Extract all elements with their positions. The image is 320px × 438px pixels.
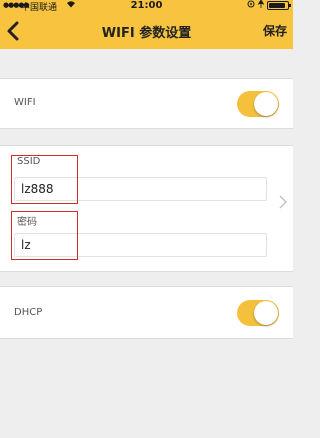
- dhcp-toggle[interactable]: [237, 300, 279, 326]
- password-highlight-box: [11, 211, 78, 260]
- dhcp-label: DHCP: [14, 307, 43, 318]
- save-button[interactable]: 保存: [263, 22, 287, 39]
- toggle-knob: [254, 92, 278, 116]
- wifi-row: WIFI: [0, 78, 293, 129]
- battery-icon: [267, 0, 291, 10]
- page-title: WIFI 参数设置: [101, 26, 192, 41]
- status-bar: ●●●●● 中国联通 21:00: [0, 0, 293, 13]
- chevron-right-icon[interactable]: [279, 195, 288, 213]
- wifi-label: WIFI: [14, 97, 36, 108]
- ssid-highlight-box: [11, 155, 78, 204]
- dhcp-row: DHCP: [0, 286, 293, 339]
- credentials-section: SSID lz888 密码 lz: [0, 145, 293, 272]
- alarm-icon: [257, 0, 265, 10]
- toggle-knob: [254, 301, 278, 325]
- wifi-toggle[interactable]: [237, 91, 279, 117]
- app-header: ●●●●● 中国联通 21:00 WIFI 参数设置 保存: [0, 0, 293, 49]
- battery-level: [269, 2, 286, 8]
- nav-bar: WIFI 参数设置 保存: [0, 14, 293, 49]
- location-icon: [247, 0, 255, 10]
